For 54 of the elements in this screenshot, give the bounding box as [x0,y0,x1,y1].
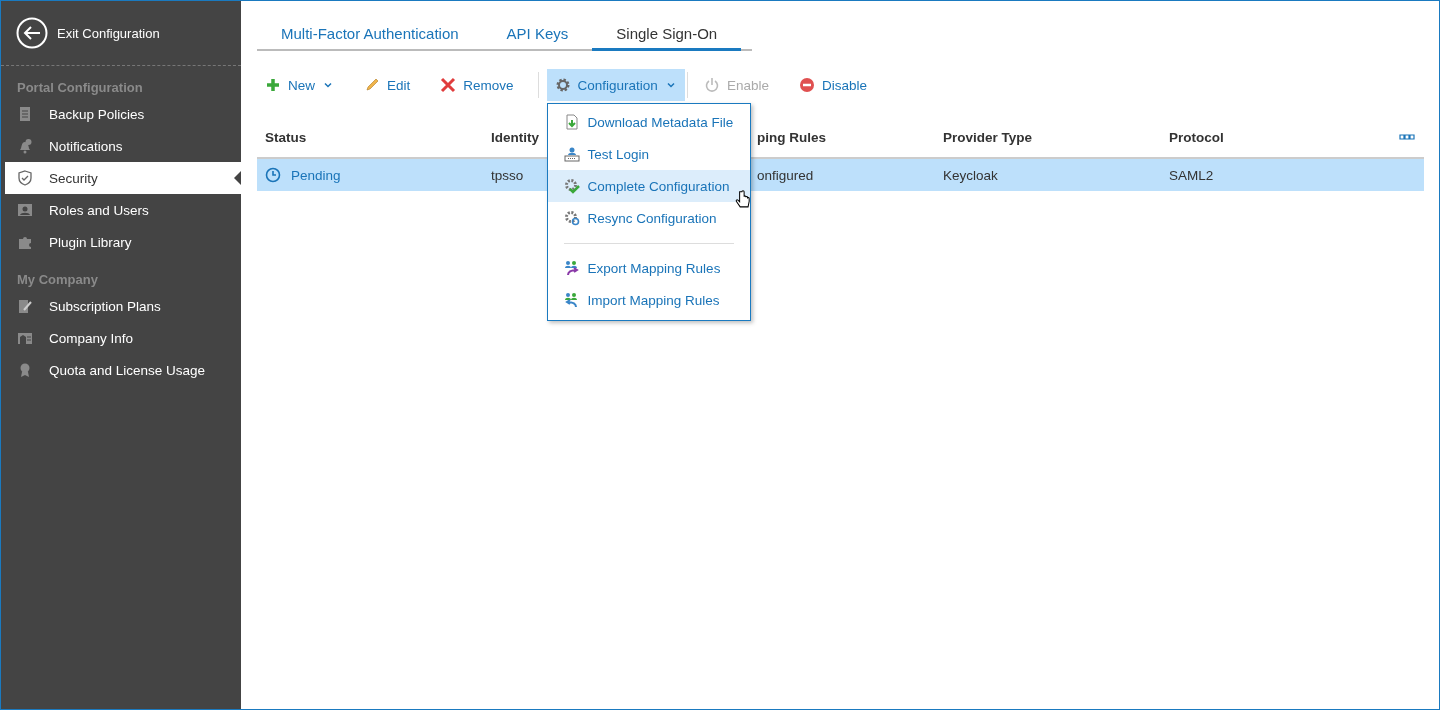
power-icon [703,77,720,93]
column-header: Status [264,129,308,145]
table-cell-text: tpsso [490,167,525,183]
shield-icon [17,170,33,186]
exit-configuration-button[interactable]: Exit Configuration [1,1,241,66]
table-cell-text: Keycloak [942,167,999,183]
column-header: Identity [490,129,540,145]
sidebar-item[interactable]: Backup Policies [1,98,241,130]
sidebar-item[interactable]: Roles and Users [1,194,241,226]
column-header: Provider Type [942,129,1034,145]
users-arrow-icon [563,292,580,308]
menu-item[interactable]: Resync Configuration [547,202,750,234]
menu-item[interactable]: Export Mapping Rules [547,252,750,284]
sidebar-item[interactable]: Subscription Plans [1,290,241,322]
gear-icon [554,77,571,93]
tab[interactable]: Multi-Factor Authentication [257,21,483,51]
sidebar-item[interactable]: Company Info [1,322,241,354]
toolbar-button[interactable]: New [257,69,342,101]
toolbar-button[interactable]: Remove [432,69,522,101]
sidebar-item[interactable]: Security [5,162,241,194]
section-heading: Portal Configuration [16,79,144,97]
table-cell-text: onfigured [756,167,815,183]
tab[interactable]: Single Sign-On [592,21,742,51]
no-entry-icon [798,77,815,93]
section-heading: My Company [16,271,99,289]
status-text: Pending [291,167,341,183]
menu-item[interactable]: Download Metadata File [547,106,750,138]
table-cell-text: SAML2 [1168,167,1215,183]
file-download-icon [563,114,580,130]
gear-sync-icon [563,210,580,226]
plus-icon [265,77,281,93]
puzzle-icon [17,234,33,250]
bell-icon [17,138,33,154]
sidebar-item[interactable]: Quota and License Usage [1,354,241,386]
column-header: ping Rules [756,129,827,145]
document-icon [17,106,33,122]
cross-icon [440,77,457,93]
sidebar-item[interactable]: Notifications [1,130,241,162]
pencil-sheet-icon [17,298,33,314]
menu-item[interactable]: Import Mapping Rules [547,284,750,316]
pencil-icon [364,77,380,93]
user-card-icon [17,202,33,218]
selection-pointer [234,171,241,185]
building-icon [17,330,33,346]
toolbar-button[interactable]: Disable [790,69,875,101]
sidebar-item[interactable]: Plugin Library [1,226,241,258]
toolbar-button[interactable]: Configuration [546,69,685,101]
toolbar-button[interactable]: Edit [356,69,419,101]
clock-icon [265,167,281,183]
column-header: Protocol [1168,129,1225,145]
user-terminal-icon [563,146,580,162]
tab[interactable]: API Keys [482,21,593,51]
gear-check-icon [563,178,580,194]
users-arrow-icon [563,260,580,276]
